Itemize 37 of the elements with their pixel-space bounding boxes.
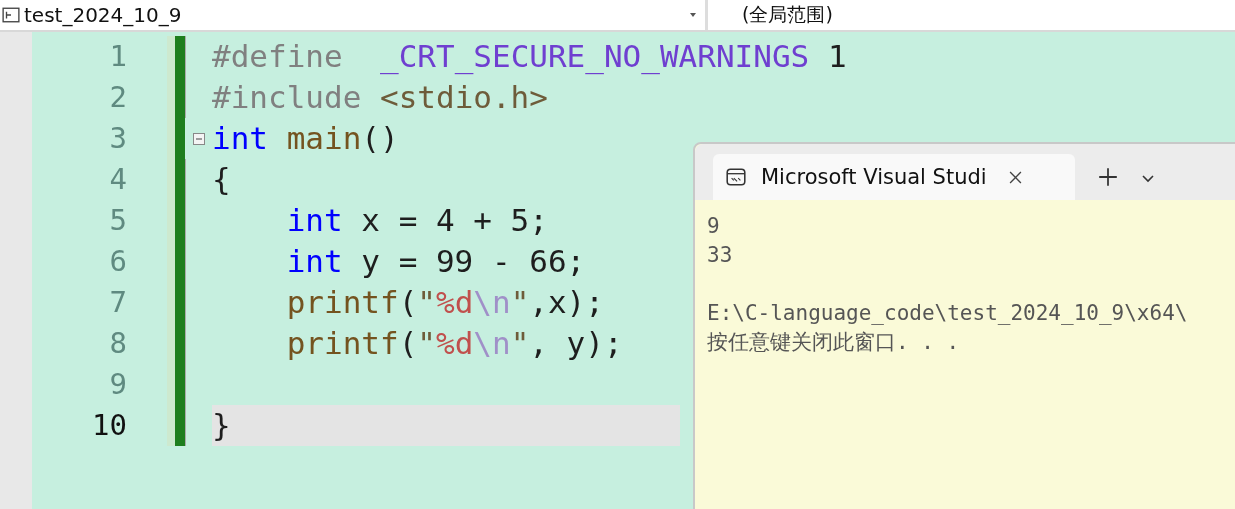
new-tab-icon[interactable]: [1097, 166, 1119, 188]
code-line: int main(): [212, 120, 399, 156]
console-output-line: 按任意键关闭此窗口. . .: [707, 330, 960, 354]
chevron-down-icon[interactable]: [1141, 174, 1155, 184]
close-icon[interactable]: [1008, 170, 1022, 184]
line-number: 2: [108, 79, 127, 116]
console-output-line: 9: [707, 214, 720, 238]
code-line: printf("%d\n", y);: [286, 325, 623, 361]
line-number: 1: [108, 38, 127, 75]
project-dropdown[interactable]: test_2024_10_9: [0, 0, 708, 30]
line-number: 3: [108, 120, 127, 157]
terminal-icon: [725, 166, 747, 188]
line-number: 6: [108, 243, 127, 280]
console-output-line: E:\C-language_code\test_2024_10_9\x64\: [707, 301, 1188, 325]
line-number: 7: [108, 284, 127, 321]
file-icon: [2, 6, 20, 24]
code-line: #include <stdio.h>: [212, 79, 548, 115]
change-bar: [167, 36, 185, 77]
code-line: printf("%d\n",x);: [286, 284, 604, 320]
caret-icon: [689, 12, 697, 18]
code-line: }: [212, 407, 231, 443]
scope-dropdown[interactable]: (全局范围): [708, 0, 1235, 30]
tab-title: Microsoft Visual Studi: [761, 165, 987, 189]
line-number: 8: [108, 325, 127, 362]
line-number: 5: [108, 202, 127, 239]
code-line: int y = 99 - 66;: [286, 243, 586, 279]
collapse-icon[interactable]: [192, 132, 205, 145]
change-bar: [167, 405, 185, 446]
line-number: 10: [91, 407, 127, 444]
code-line: #define _CRT_SECURE_NO_WARNINGS 1: [212, 38, 847, 74]
line-number: 4: [108, 161, 127, 198]
code-line: int x = 4 + 5;: [286, 202, 548, 238]
project-name: test_2024_10_9: [24, 3, 183, 27]
console-output-line: 33: [707, 243, 733, 267]
code-line: {: [212, 161, 231, 197]
console-tab[interactable]: Microsoft Visual Studi: [713, 154, 1075, 200]
line-number: 9: [108, 366, 127, 403]
